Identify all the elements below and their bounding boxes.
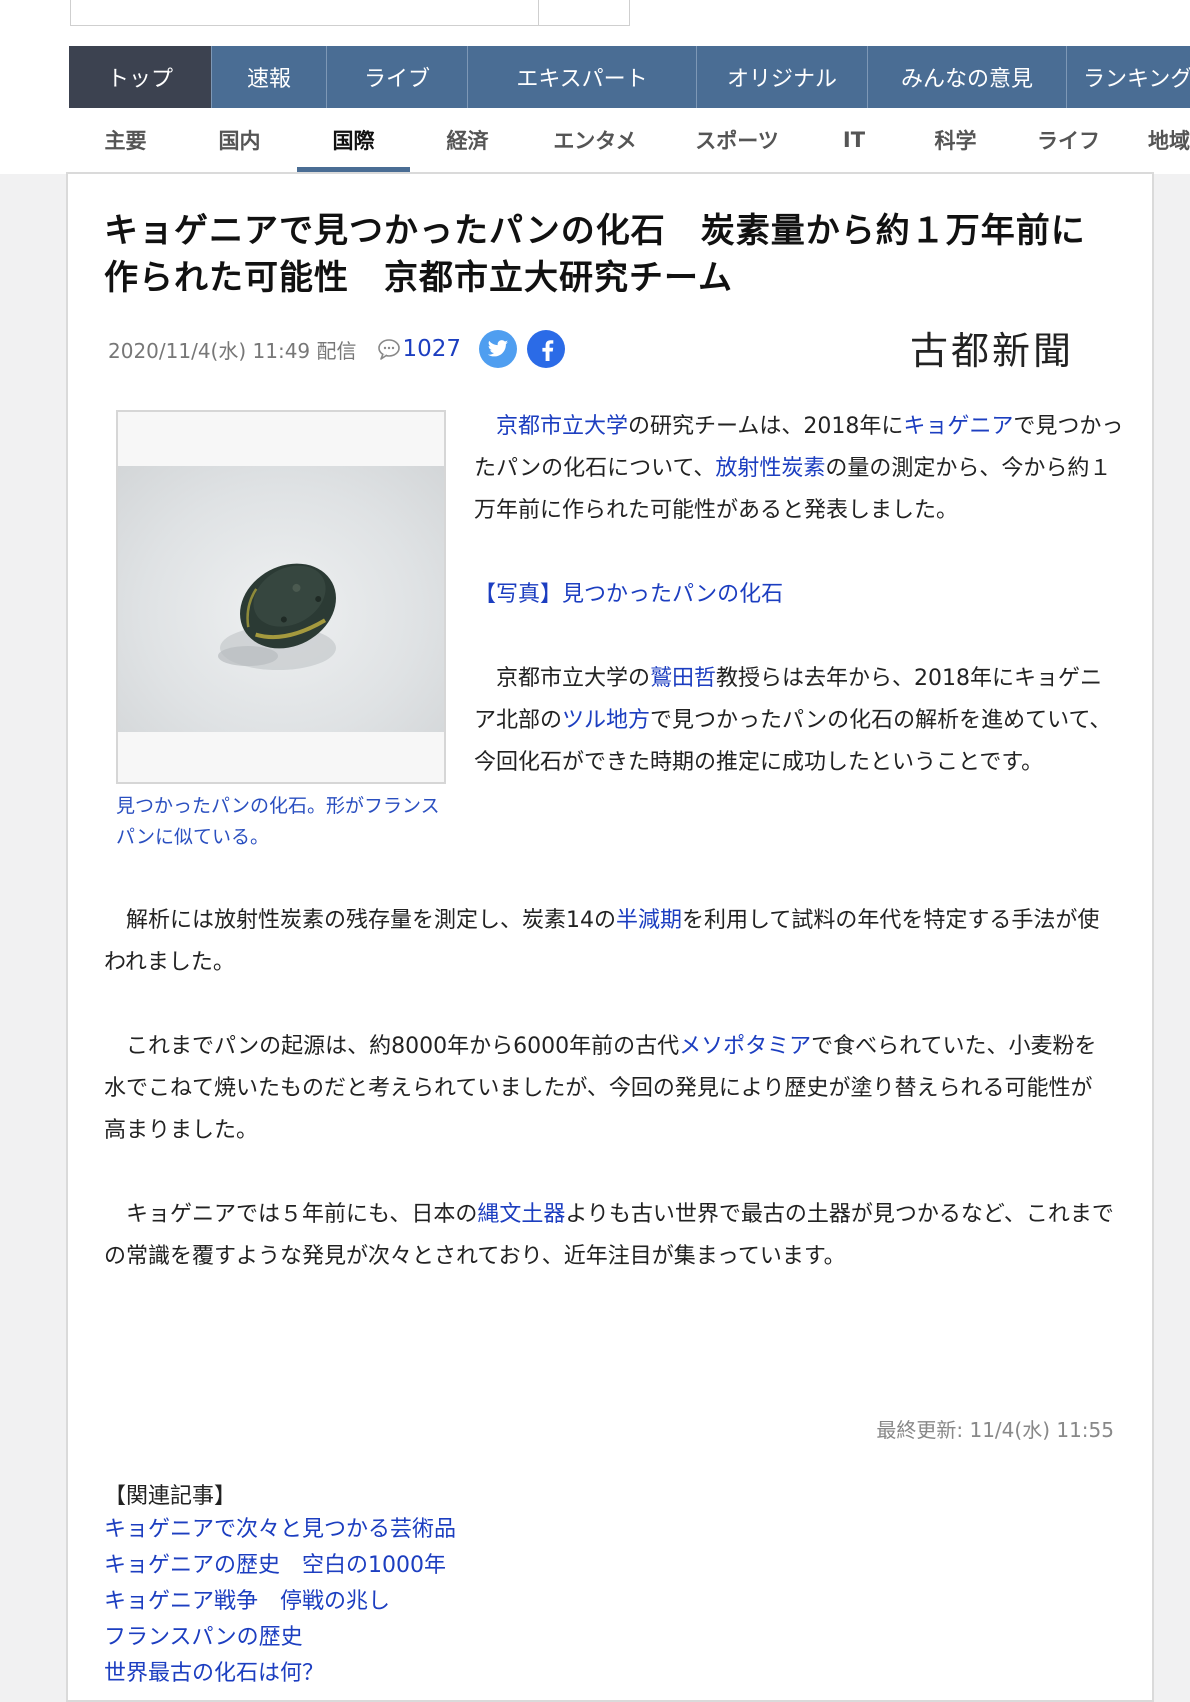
article-paragraph-5: これまでパンの起源は、約8000年から6000年前の古代メソポタミアで食べられて… (104, 1034, 1097, 1143)
category-tab-main[interactable]: 主要 (69, 108, 182, 172)
twitter-icon[interactable] (479, 330, 518, 368)
bread-fossil-image[interactable] (118, 466, 444, 732)
article-paragraph-6: キョゲニアでは５年前にも、日本の縄文土器よりも古い世界で最古の土器が見つかるなど… (104, 1202, 1114, 1269)
related-article-link[interactable]: フランスパンの歴史 (104, 1620, 456, 1656)
main-nav-tab-live[interactable]: ライブ (327, 46, 468, 108)
header-area: トップ 速報 ライブ エキスパート オリジナル みんなの意見 ランキング 主要 … (0, 0, 1190, 174)
search-box[interactable] (70, 0, 630, 26)
photo-link[interactable]: 【写真】見つかったパンの化石 (474, 582, 783, 607)
comment-count[interactable]: 1027 (403, 336, 462, 362)
related-articles-list: キョゲニアで次々と見つかる芸術品 キョゲニアの歴史 空白の1000年 キョゲニア… (104, 1512, 456, 1692)
category-tab-economy[interactable]: 経済 (410, 108, 525, 172)
category-tab-science[interactable]: 科学 (899, 108, 1012, 172)
article-title: キョゲニアで見つかったパンの化石 炭素量から約１万年前に作られた可能性 京都市立… (104, 211, 1086, 298)
main-nav-tab-opinions[interactable]: みんなの意見 (868, 46, 1067, 108)
link-washida-satoshi[interactable]: 鷲田哲 (650, 666, 716, 691)
link-kyogenia[interactable]: キョゲニア (903, 414, 1013, 439)
main-nav-tab-ranking[interactable]: ランキング (1067, 46, 1190, 108)
related-articles-heading: 【関連記事】 (104, 1484, 237, 1509)
article-paragraph-4: 解析には放射性炭素の残存量を測定し、炭素14の半減期を利用して試料の年代を特定す… (104, 908, 1100, 975)
main-nav: トップ 速報 ライブ エキスパート オリジナル みんなの意見 ランキング (69, 46, 1190, 108)
category-tab-entertainment[interactable]: エンタメ (525, 108, 665, 172)
article-photo[interactable] (116, 410, 446, 784)
related-article-link[interactable]: キョゲニア戦争 停戦の兆し (104, 1584, 456, 1620)
link-jomon-pottery[interactable]: 縄文土器 (477, 1202, 565, 1227)
article-meta: 2020/11/4(水) 11:49 配信 1027 (108, 329, 566, 369)
main-nav-tab-breaking[interactable]: 速報 (212, 46, 327, 108)
link-half-life[interactable]: 半減期 (616, 908, 682, 933)
category-tab-local[interactable]: 地域 (1125, 108, 1190, 172)
category-tab-it[interactable]: IT (809, 108, 899, 172)
related-article-link[interactable]: 世界最古の化石は何？ (104, 1656, 456, 1692)
category-tab-international[interactable]: 国際 (297, 108, 410, 172)
article-paragraph-2: 【写真】見つかったパンの化石 (474, 574, 1124, 616)
last-updated: 最終更新: 11/4(水) 11:55 (876, 1418, 1114, 1442)
link-tsuru-region[interactable]: ツル地方 (562, 708, 650, 733)
category-tab-sports[interactable]: スポーツ (665, 108, 809, 172)
comment-bubble-icon[interactable] (377, 338, 401, 360)
category-tab-life[interactable]: ライフ (1012, 108, 1125, 172)
related-article-link[interactable]: キョゲニアで次々と見つかる芸術品 (104, 1512, 456, 1548)
search-divider (538, 0, 539, 26)
category-nav: 主要 国内 国際 経済 エンタメ スポーツ IT 科学 ライフ 地域 (69, 108, 1190, 172)
publisher-logo[interactable]: 古都新聞 (910, 320, 1074, 375)
main-nav-tab-top[interactable]: トップ (69, 46, 212, 108)
article-card: キョゲニアで見つかったパンの化石 炭素量から約１万年前に作られた可能性 京都市立… (66, 172, 1154, 1702)
main-nav-tab-original[interactable]: オリジナル (697, 46, 868, 108)
link-radiocarbon[interactable]: 放射性炭素 (715, 456, 825, 481)
main-nav-tab-expert[interactable]: エキスパート (468, 46, 697, 108)
article-paragraph-1: 京都市立大学の研究チームは、2018年にキョゲニアで見つかったパンの化石について… (474, 414, 1124, 523)
publish-date: 2020/11/4(水) 11:49 配信 (108, 338, 357, 363)
category-tab-domestic[interactable]: 国内 (182, 108, 297, 172)
related-article-link[interactable]: キョゲニアの歴史 空白の1000年 (104, 1548, 456, 1584)
article-paragraph-3: 京都市立大学の鷲田哲教授らは去年から、2018年にキョゲニア北部のツル地方で見つ… (474, 666, 1112, 775)
link-kyoto-city-university[interactable]: 京都市立大学 (496, 414, 628, 439)
photo-caption[interactable]: 見つかったパンの化石。形がフランスパンに似ている。 (116, 791, 446, 853)
facebook-icon[interactable] (527, 330, 566, 368)
link-mesopotamia[interactable]: メソポタミア (679, 1034, 811, 1059)
